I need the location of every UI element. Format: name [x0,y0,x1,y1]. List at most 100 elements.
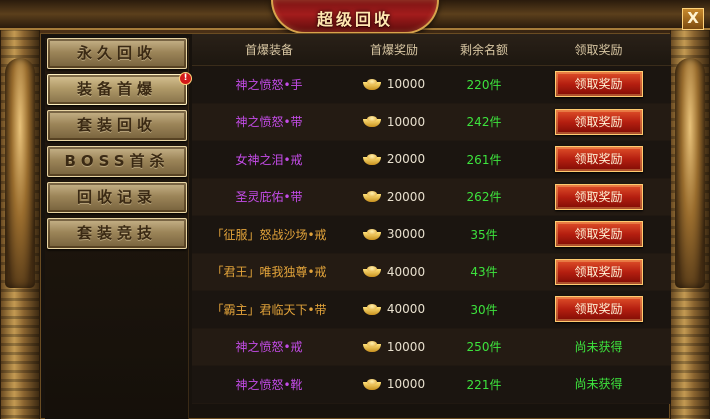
equipment-name: 圣灵庇佑•带 [235,190,303,205]
reward-amount: 30000 [386,227,426,242]
reward-amount: 40000 [386,264,426,279]
table-row: 「君王」唯我独尊•戒 40000 43件 领取奖励 [192,253,671,291]
sidebar-item-label: 套装竞技 [76,224,157,242]
reward-amount: 10000 [386,77,426,92]
gold-ingot-icon [362,153,381,165]
remaining-count: 261件 [466,152,502,167]
table-row: 「霸主」君临天下•带 40000 30件 领取奖励 [192,291,671,329]
reward-cell: 10000 [346,77,442,91]
close-button[interactable]: X [682,8,704,30]
gold-ingot-icon [362,228,381,240]
sidebar-item-set-recycle[interactable]: 套装回收 [47,110,187,141]
gold-ingot-icon [362,191,381,203]
column-header-equipment: 首爆装备 [244,43,293,57]
left-pillar-decoration [0,28,40,419]
warrior-statue-icon [5,58,35,288]
remaining-count: 43件 [470,265,498,280]
remaining-count: 221件 [466,377,502,392]
reward-cell: 10000 [346,377,442,391]
sidebar-item-label: 装备首爆 [76,80,157,98]
not-obtained-status: 尚未获得 [574,339,623,354]
reward-cell: 40000 [346,302,442,316]
notification-badge: ! [179,72,192,85]
claim-cell: 尚未获得 [526,371,671,397]
main-panel: 永久回收 装备首爆 ! 套装回收 BOSS首杀 回收记录 套装竞技 首爆装备 首… [40,33,671,419]
reward-amount: 20000 [386,189,426,204]
table-body: 神之愤怒•手 10000 220件 领取奖励 神之愤怒•带 10000 242件 领取奖励 女神… [192,66,671,404]
sidebar-item-boss-first-kill[interactable]: BOSS首杀 [47,146,187,177]
sidebar: 永久回收 装备首爆 ! 套装回收 BOSS首杀 回收记录 套装竞技 [45,38,192,419]
sidebar-item-permanent-recycle[interactable]: 永久回收 [47,38,187,69]
remaining-count: 262件 [466,190,502,205]
claim-reward-button[interactable]: 领取奖励 [554,183,643,210]
reward-cell: 20000 [346,152,442,166]
reward-amount: 20000 [386,152,426,167]
equipment-name: 「霸主」君临天下•带 [211,302,327,317]
remaining-count: 30件 [470,302,498,317]
reward-cell: 10000 [346,115,442,129]
claim-reward-button[interactable]: 领取奖励 [554,108,643,135]
reward-cell: 20000 [346,190,442,204]
column-header-claim: 领取奖励 [574,43,623,57]
table-row: 圣灵庇佑•带 20000 262件 领取奖励 [192,178,671,216]
table-row: 神之愤怒•戒 10000 250件 尚未获得 [192,328,671,366]
reward-amount: 10000 [386,377,426,392]
table-row: 女神之泪•戒 20000 261件 领取奖励 [192,141,671,179]
equipment-name: 神之愤怒•手 [235,77,303,92]
claim-cell: 领取奖励 [526,71,671,98]
sidebar-item-recycle-log[interactable]: 回收记录 [47,182,187,213]
claim-reward-button[interactable]: 领取奖励 [554,221,643,248]
table-row: 神之愤怒•靴 10000 221件 尚未获得 [192,366,671,404]
gold-ingot-icon [362,378,381,390]
sidebar-item-first-drop[interactable]: 装备首爆 ! [47,72,192,105]
game-window: 超级回收 X 永久回收 装备首爆 ! 套装回收 BOSS首杀 回收记录 套装竞技 [0,0,710,419]
reward-cell: 30000 [346,227,442,241]
claim-cell: 尚未获得 [526,334,671,360]
claim-cell: 领取奖励 [526,221,671,248]
claim-cell: 领取奖励 [526,146,671,173]
claim-reward-button[interactable]: 领取奖励 [554,296,643,323]
sidebar-item-label: 永久回收 [76,44,157,62]
reward-cell: 40000 [346,265,442,279]
reward-amount: 10000 [386,114,426,129]
equipment-name: 「征服」怒战沙场•戒 [211,227,327,242]
table-header: 首爆装备 首爆奖励 剩余名额 领取奖励 [192,34,671,66]
sidebar-item-label: 回收记录 [76,188,157,206]
claim-reward-button[interactable]: 领取奖励 [554,258,643,285]
column-header-reward: 首爆奖励 [369,43,418,57]
column-header-remaining: 剩余名额 [459,43,508,57]
claim-cell: 领取奖励 [526,108,671,135]
reward-cell: 10000 [346,340,442,354]
claim-cell: 领取奖励 [526,296,671,323]
table-row: 神之愤怒•带 10000 242件 领取奖励 [192,103,671,141]
remaining-count: 242件 [466,115,502,130]
gold-ingot-icon [362,303,381,315]
right-pillar-decoration [670,28,710,419]
equipment-name: 神之愤怒•靴 [235,377,303,392]
table-row: 神之愤怒•手 10000 220件 领取奖励 [192,66,671,104]
claim-reward-button[interactable]: 领取奖励 [554,71,643,98]
remaining-count: 250件 [466,340,502,355]
table-row: 「征服」怒战沙场•戒 30000 35件 领取奖励 [192,216,671,254]
sidebar-item-label: BOSS首杀 [64,152,170,170]
sidebar-item-set-arena[interactable]: 套装竞技 [47,218,187,249]
gold-ingot-icon [362,266,381,278]
claim-reward-button[interactable]: 领取奖励 [554,146,643,173]
claim-cell: 领取奖励 [526,258,671,285]
gold-ingot-icon [362,116,381,128]
first-drop-table: 首爆装备 首爆奖励 剩余名额 领取奖励 神之愤怒•手 10000 220件 领取奖励神… [192,34,671,419]
reward-amount: 40000 [386,302,426,317]
sidebar-item-label: 套装回收 [76,116,157,134]
gold-ingot-icon [362,78,381,90]
claim-cell: 领取奖励 [526,183,671,210]
equipment-name: 神之愤怒•戒 [235,340,303,355]
gold-ingot-icon [362,341,381,353]
equipment-name: 神之愤怒•带 [235,115,303,130]
warrior-statue-icon [675,58,705,288]
title-plate: 超级回收 [271,0,439,34]
equipment-name: 女神之泪•戒 [235,152,303,167]
window-title: 超级回收 [316,10,393,29]
not-obtained-status: 尚未获得 [574,377,623,392]
reward-amount: 10000 [386,339,426,354]
remaining-count: 35件 [470,227,498,242]
